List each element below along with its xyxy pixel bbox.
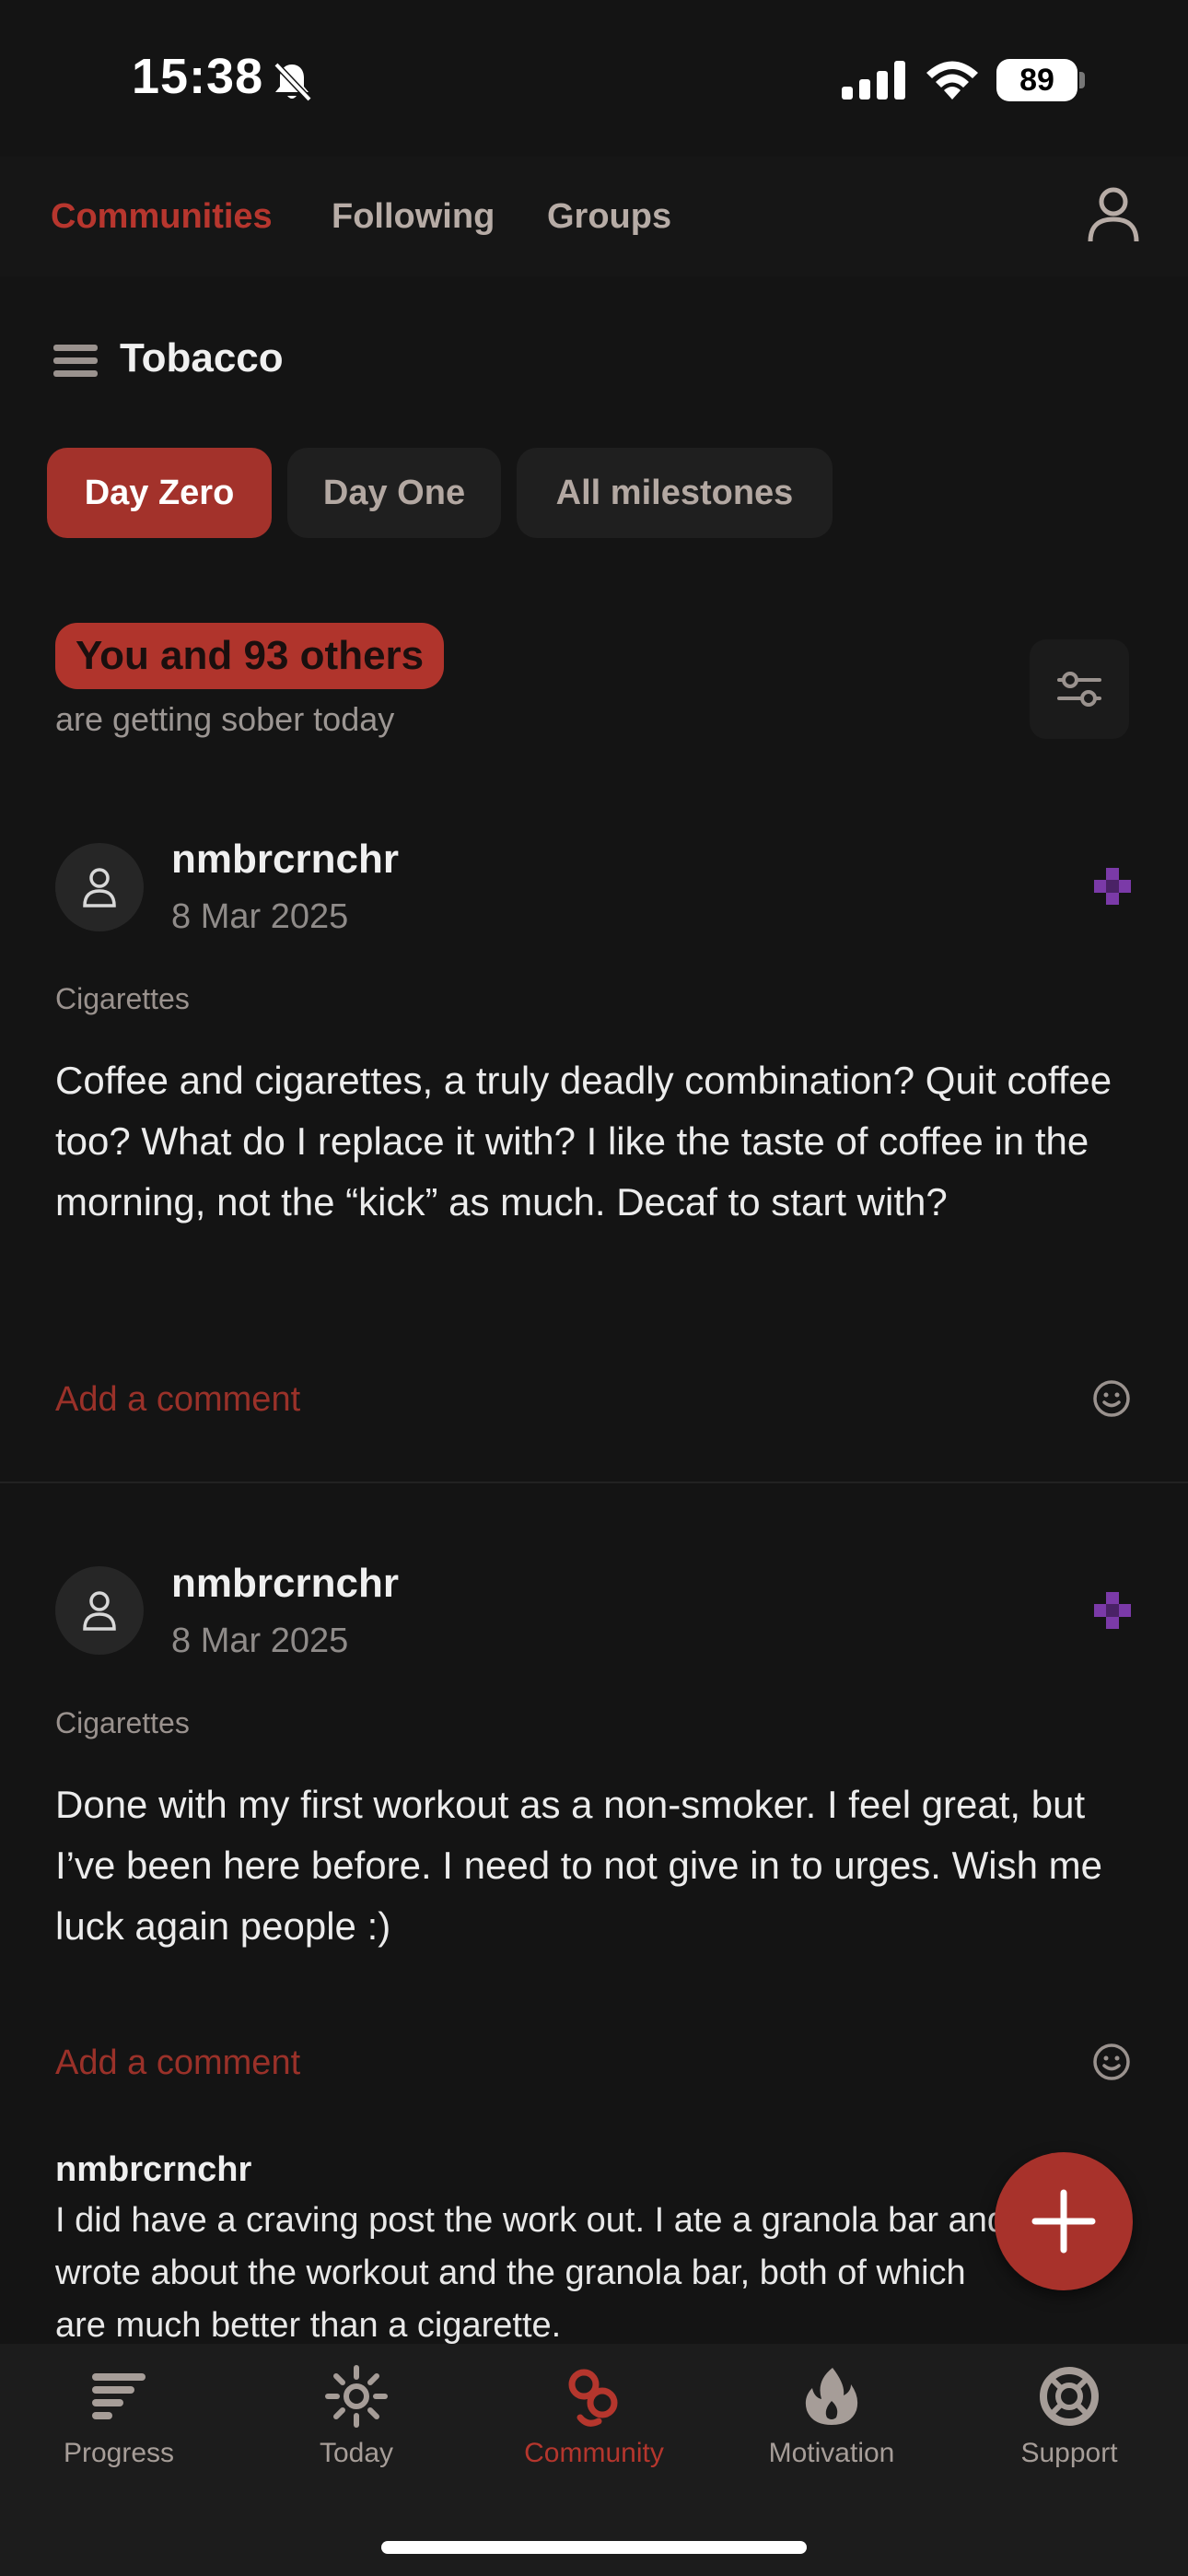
post-date: 8 Mar 2025 <box>171 1622 349 1660</box>
avatar[interactable] <box>55 843 144 931</box>
milestone-day-zero[interactable]: Day Zero <box>47 448 272 538</box>
wifi-icon <box>926 61 978 100</box>
milestone-badge-icon <box>1094 868 1131 905</box>
nav-community[interactable]: Community <box>475 2344 713 2528</box>
community-title: Tobacco <box>120 335 284 381</box>
avatar[interactable] <box>55 1566 144 1655</box>
milestone-badge-icon <box>1094 1592 1131 1629</box>
post-text: Coffee and cigarettes, a truly deadly co… <box>55 1059 1112 1224</box>
others-subtitle: are getting sober today <box>55 700 395 738</box>
flame-icon <box>805 2368 858 2425</box>
post-tag: Cigarettes <box>55 982 190 1015</box>
post-username[interactable]: nmbrcrnchr <box>171 837 399 883</box>
milestone-all[interactable]: All milestones <box>517 448 833 538</box>
community-icon <box>568 2369 618 2427</box>
others-count-badge: You and 93 others <box>55 623 445 689</box>
nav-support[interactable]: Support <box>950 2344 1188 2528</box>
filter-button[interactable] <box>1030 639 1129 739</box>
post-date: 8 Mar 2025 <box>171 897 349 936</box>
user-icon <box>83 1591 116 1631</box>
plus-icon <box>1031 2189 1096 2254</box>
status-time: 15:38 <box>132 49 264 104</box>
bell-muted-icon <box>274 62 312 102</box>
nav-progress[interactable]: Progress <box>0 2344 238 2528</box>
sliders-icon <box>1057 672 1101 707</box>
sun-icon <box>325 2365 388 2428</box>
nav-label: Motivation <box>768 2438 895 2468</box>
tab-communities[interactable]: Communities <box>51 197 273 237</box>
post-tag: Cigarettes <box>55 1706 190 1739</box>
add-comment-input[interactable]: Add a comment <box>55 2043 300 2083</box>
milestone-day-one[interactable]: Day One <box>287 448 501 538</box>
user-icon <box>83 868 116 907</box>
signal-icon <box>842 61 905 100</box>
menu-icon[interactable] <box>53 345 98 378</box>
post-divider <box>0 1481 1188 1483</box>
emoji-icon[interactable] <box>1092 1379 1131 1418</box>
post-username[interactable]: nmbrcrnchr <box>171 1561 399 1607</box>
comment-text: I did have a craving post the work out. … <box>55 2201 1007 2344</box>
battery-icon: 89 <box>996 59 1085 101</box>
nav-motivation[interactable]: Motivation <box>713 2344 950 2528</box>
tab-following[interactable]: Following <box>332 197 495 237</box>
add-comment-input[interactable]: Add a comment <box>55 1380 300 1420</box>
battery-level: 89 <box>996 59 1077 101</box>
home-indicator[interactable] <box>381 2541 807 2554</box>
profile-icon[interactable] <box>1085 184 1142 245</box>
lifebuoy-icon <box>1040 2367 1099 2426</box>
tab-groups[interactable]: Groups <box>547 197 671 237</box>
nav-label: Today <box>319 2438 394 2468</box>
progress-icon <box>92 2373 146 2419</box>
comment-username[interactable]: nmbrcrnchr <box>55 2150 251 2190</box>
nav-today[interactable]: Today <box>238 2344 475 2528</box>
post-text: Done with my first workout as a non-smok… <box>55 1783 1102 1948</box>
emoji-icon[interactable] <box>1092 2043 1131 2081</box>
status-bar: 15:38 89 <box>0 0 1188 157</box>
nav-label: Community <box>524 2438 664 2468</box>
top-nav: Communities Following Groups <box>0 157 1188 276</box>
nav-label: Progress <box>63 2438 175 2468</box>
nav-label: Support <box>1020 2438 1118 2468</box>
new-post-button[interactable] <box>995 2152 1133 2290</box>
